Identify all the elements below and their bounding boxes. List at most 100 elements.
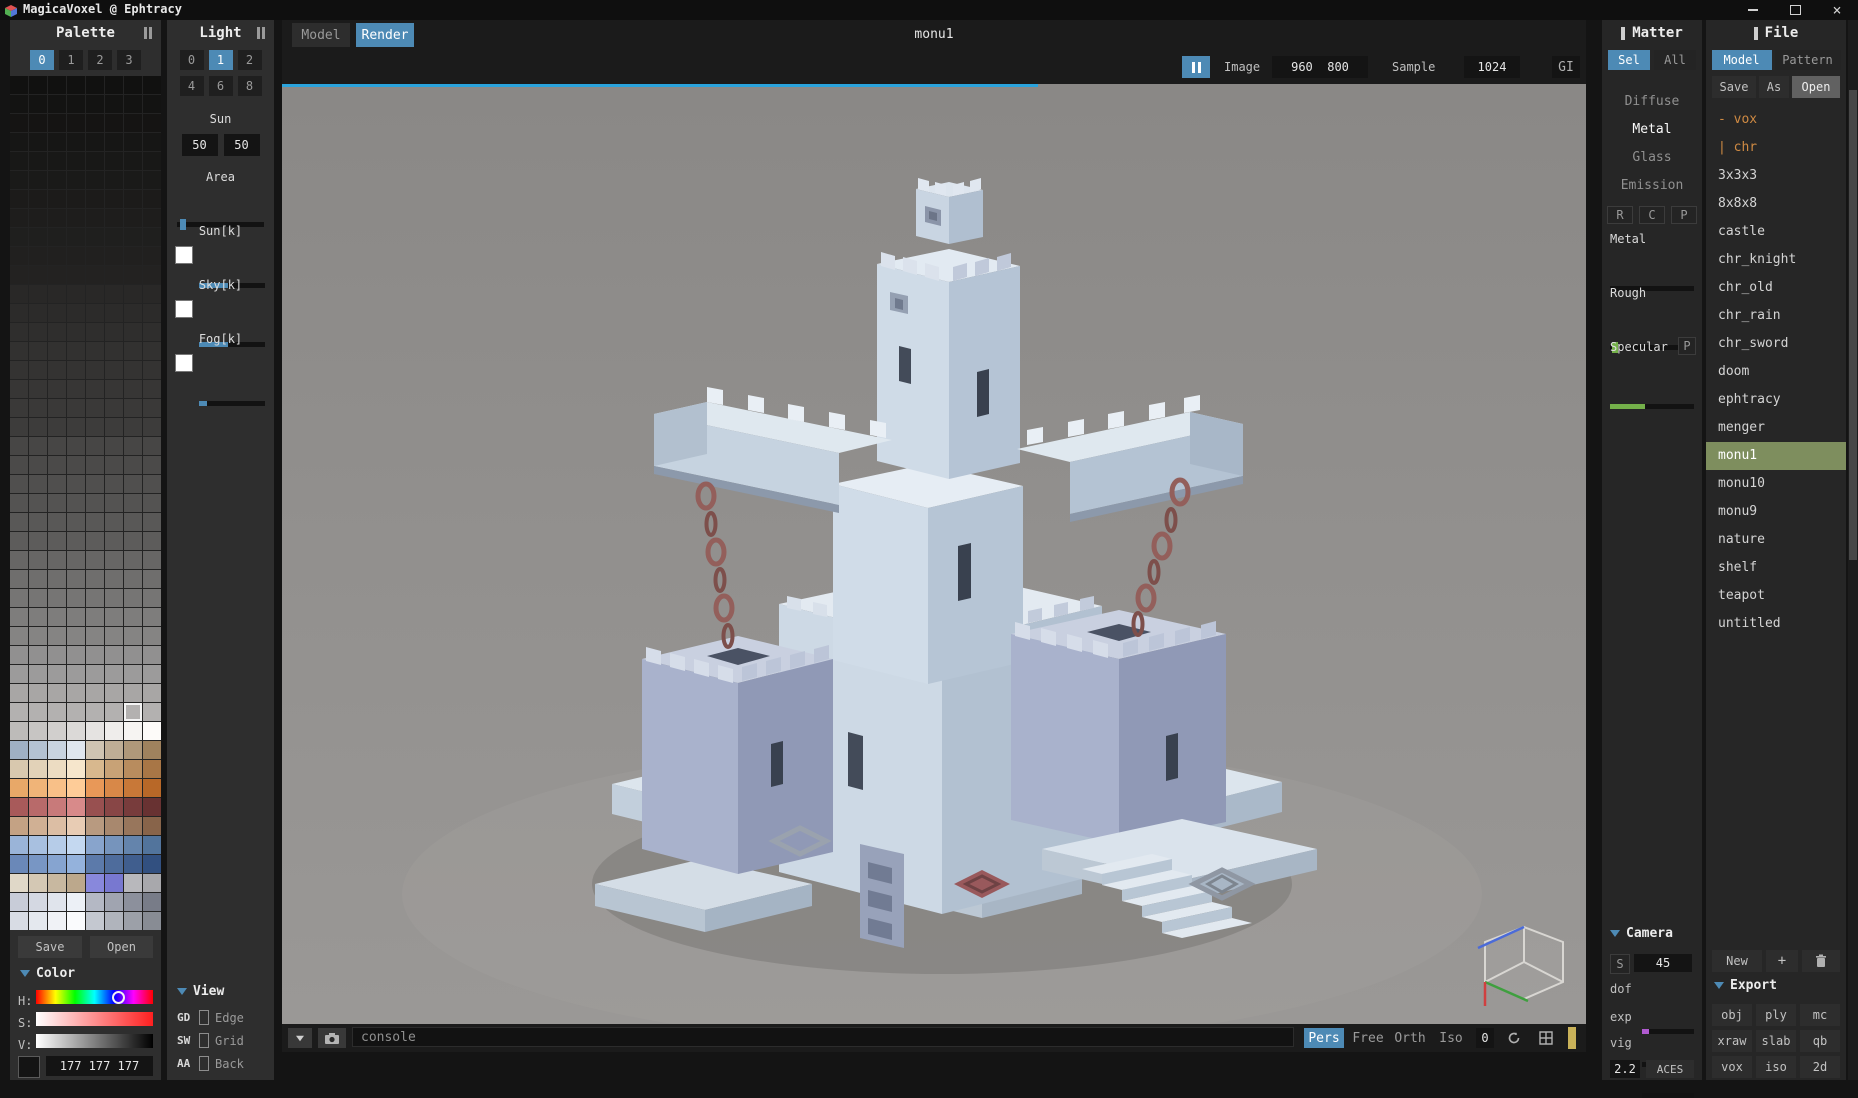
palette-swatch[interactable] (124, 874, 142, 892)
file-save-as-button[interactable]: As (1759, 76, 1789, 98)
file-item[interactable]: shelf (1706, 554, 1846, 582)
palette-swatch[interactable] (124, 133, 142, 151)
palette-swatch[interactable] (29, 247, 47, 265)
palette-swatch[interactable] (48, 304, 66, 322)
palette-swatch[interactable] (86, 152, 104, 170)
matter-tab-sel[interactable]: Sel (1608, 50, 1650, 70)
palette-swatch[interactable] (48, 399, 66, 417)
file-item[interactable]: 8x8x8 (1706, 190, 1846, 218)
palette-swatch[interactable] (124, 285, 142, 303)
palette-swatch[interactable] (105, 114, 123, 132)
palette-swatch[interactable] (124, 437, 142, 455)
palette-swatch[interactable] (10, 589, 28, 607)
palette-swatch[interactable] (48, 570, 66, 588)
gamma-value[interactable]: 2.2 (1610, 1060, 1640, 1078)
palette-swatch[interactable] (124, 494, 142, 512)
palette-swatch[interactable] (86, 551, 104, 569)
palette-swatch[interactable] (143, 779, 161, 797)
palette-swatch[interactable] (124, 171, 142, 189)
palette-swatch[interactable] (124, 209, 142, 227)
palette-swatch[interactable] (10, 76, 28, 94)
palette-swatch[interactable] (29, 190, 47, 208)
matter-type-metal[interactable]: Metal (1602, 122, 1702, 137)
palette-swatch[interactable] (48, 817, 66, 835)
palette-swatch[interactable] (143, 722, 161, 740)
palette-swatch[interactable] (86, 779, 104, 797)
palette-swatch[interactable] (48, 114, 66, 132)
matter-mode-p[interactable]: P (1671, 206, 1697, 224)
palette-swatch[interactable] (143, 114, 161, 132)
panel-menu-icon[interactable] (149, 27, 152, 39)
palette-swatch[interactable] (124, 304, 142, 322)
palette-swatch[interactable] (67, 475, 85, 493)
palette-swatch[interactable] (143, 342, 161, 360)
palette-swatch[interactable] (48, 133, 66, 151)
palette-tab-3[interactable]: 3 (117, 50, 141, 70)
matter-tab-all[interactable]: All (1654, 50, 1696, 70)
palette-swatch[interactable] (143, 627, 161, 645)
file-item[interactable]: chr_old (1706, 274, 1846, 302)
palette-swatch[interactable] (105, 722, 123, 740)
palette-swatch[interactable] (124, 76, 142, 94)
palette-swatch[interactable] (86, 513, 104, 531)
hue-marker[interactable] (112, 991, 125, 1004)
palette-swatch[interactable] (143, 589, 161, 607)
grid-toggle-label[interactable]: Grid (215, 1034, 244, 1048)
export-iso-button[interactable]: iso (1756, 1056, 1796, 1078)
view-mode-iso[interactable]: Iso (1434, 1028, 1468, 1048)
palette-swatch[interactable] (67, 361, 85, 379)
screenshot-button[interactable] (318, 1028, 346, 1048)
palette-swatch[interactable] (86, 380, 104, 398)
sample-value[interactable]: 1024 (1464, 56, 1520, 78)
palette-swatch[interactable] (29, 551, 47, 569)
matter-type-emission[interactable]: Emission (1602, 178, 1702, 193)
palette-swatch[interactable] (124, 190, 142, 208)
palette-swatch[interactable] (86, 665, 104, 683)
palette-swatch[interactable] (124, 608, 142, 626)
palette-tab-2[interactable]: 2 (88, 50, 112, 70)
palette-swatch[interactable] (105, 646, 123, 664)
palette-swatch[interactable] (143, 399, 161, 417)
palette-swatch[interactable] (10, 570, 28, 588)
file-item[interactable]: doom (1706, 358, 1846, 386)
palette-swatch[interactable] (48, 266, 66, 284)
back-checkbox[interactable] (199, 1056, 209, 1071)
file-item[interactable]: untitled (1706, 610, 1846, 638)
palette-swatch[interactable] (29, 171, 47, 189)
palette-swatch[interactable] (48, 361, 66, 379)
palette-swatch[interactable] (105, 855, 123, 873)
palette-swatch[interactable] (10, 722, 28, 740)
file-item[interactable]: 3x3x3 (1706, 162, 1846, 190)
palette-swatch[interactable] (86, 646, 104, 664)
palette-swatch[interactable] (143, 741, 161, 759)
palette-swatch[interactable] (124, 912, 142, 930)
palette-swatch[interactable] (124, 114, 142, 132)
palette-swatch[interactable] (10, 171, 28, 189)
palette-swatch[interactable] (67, 836, 85, 854)
palette-swatch[interactable] (105, 874, 123, 892)
palette-swatch[interactable] (29, 285, 47, 303)
palette-swatch[interactable] (124, 399, 142, 417)
palette-swatch[interactable] (67, 304, 85, 322)
palette-swatch[interactable] (105, 304, 123, 322)
palette-swatch[interactable] (86, 722, 104, 740)
palette-swatch[interactable] (67, 152, 85, 170)
palette-swatch[interactable] (86, 893, 104, 911)
palette-swatch[interactable] (10, 266, 28, 284)
palette-swatch[interactable] (86, 684, 104, 702)
palette-swatch[interactable] (86, 608, 104, 626)
palette-swatch[interactable] (143, 646, 161, 664)
light-tab-2[interactable]: 2 (237, 50, 262, 70)
frame-counter[interactable]: 0 (1476, 1028, 1494, 1048)
palette-swatch[interactable] (143, 437, 161, 455)
dof-slider[interactable] (1642, 1029, 1694, 1034)
palette-swatch[interactable] (105, 741, 123, 759)
palette-swatch[interactable] (67, 95, 85, 113)
palette-swatch[interactable] (48, 589, 66, 607)
palette-swatch[interactable] (67, 418, 85, 436)
palette-swatch[interactable] (67, 874, 85, 892)
palette-swatch[interactable] (48, 228, 66, 246)
palette-swatch[interactable] (143, 608, 161, 626)
palette-swatch[interactable] (48, 798, 66, 816)
palette-swatch[interactable] (48, 836, 66, 854)
